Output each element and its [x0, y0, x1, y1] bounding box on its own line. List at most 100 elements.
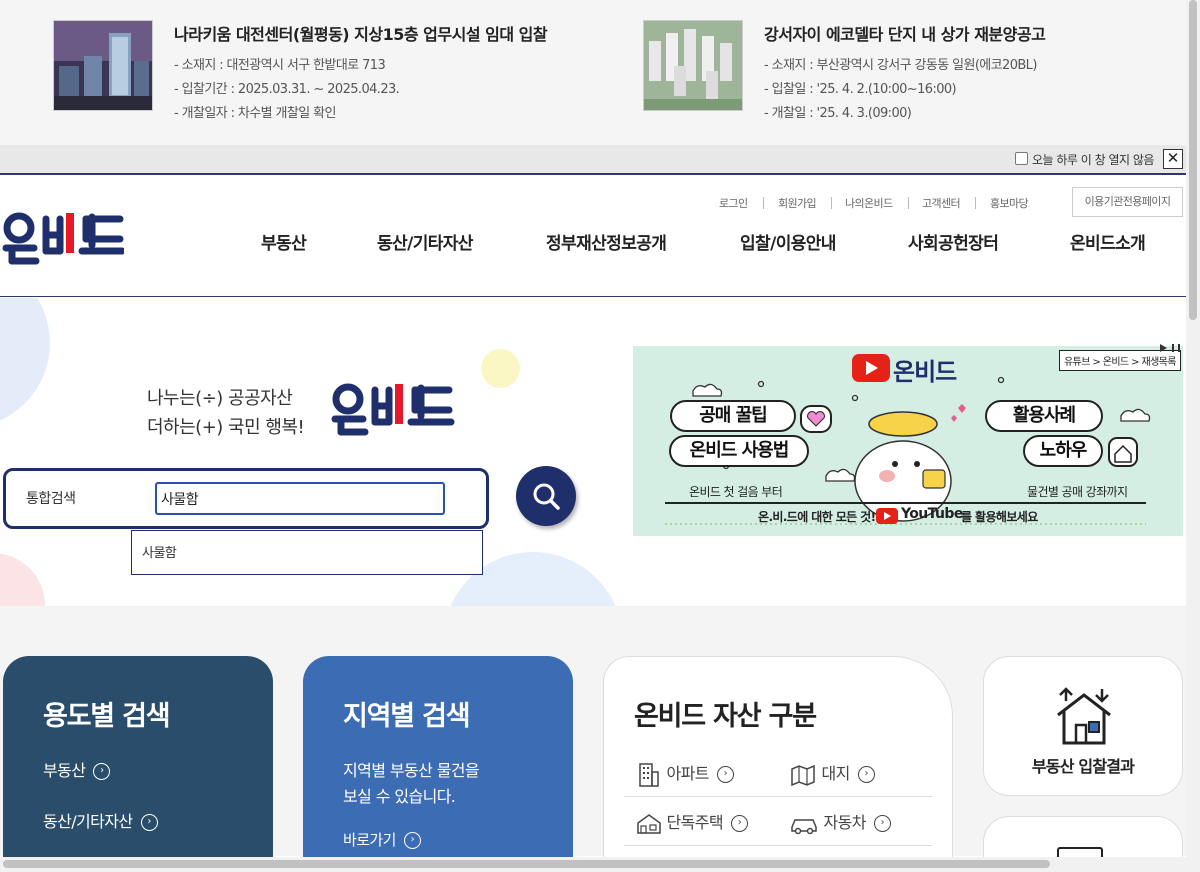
- banner-brand: 온비드: [893, 358, 957, 386]
- slogan-line-2: 더하는(+) 국민 행복!: [147, 417, 305, 438]
- notice-location-1: - 소재지 : 대전광역시 서구 한밭대로 713: [174, 58, 386, 73]
- notice-bid-date-2: - 입찰일 : '25. 4. 2.(10:00~16:00): [764, 82, 957, 97]
- banner-footer-suffix: 를 활용해보세요: [961, 510, 1038, 524]
- util-my-onbid[interactable]: 나의온비드: [845, 195, 893, 211]
- institution-portal-button[interactable]: 이용기관전용페이지: [1072, 187, 1183, 217]
- dismiss-today-label[interactable]: 오늘 하루 이 창 열지 않음: [1032, 151, 1154, 168]
- popup-close-bar: 오늘 하루 이 창 열지 않음: [0, 145, 1186, 175]
- notice-popup: 나라키움 대전센터(월평동) 지상15층 업무시설 임대 입찰 - 소재지 : …: [0, 0, 1186, 145]
- decor-circle: [481, 349, 520, 388]
- region-title: 지역별 검색: [343, 701, 471, 732]
- pill-cases: 활용사례: [985, 400, 1103, 432]
- banner-left-caption: 온비드 첫 걸음 부터: [689, 485, 783, 499]
- notice-period-1: - 입찰기간 : 2025.03.31. ~ 2025.04.23.: [174, 82, 400, 97]
- asset-apartment[interactable]: 아파트 ›: [636, 760, 734, 788]
- hero-logo: [327, 382, 457, 440]
- asset-house[interactable]: 단독주택 ›: [636, 809, 748, 836]
- asset-divider: [624, 845, 932, 846]
- asset-divider: [624, 796, 932, 797]
- notice-title-1[interactable]: 나라키움 대전센터(월평동) 지상15층 업무시설 임대 입찰: [174, 21, 548, 45]
- house-icon: [637, 813, 661, 834]
- usage-link-label: 동산/기타자산: [43, 812, 133, 831]
- util-signup[interactable]: 회원가입: [778, 195, 817, 211]
- notice-location-2: - 소재지 : 부산광역시 강서구 강동동 일원(에코20BL): [764, 58, 1037, 73]
- quick-menu-icon: [1057, 847, 1103, 857]
- pill-howto: 온비드 사용법: [669, 435, 809, 467]
- notice-image-1[interactable]: [53, 20, 153, 111]
- card-asset-types: 온비드 자산 구분 아파트 › 대지 › 단독주택 › 자동차 ›: [603, 656, 953, 857]
- arrow-right-icon: ›: [716, 766, 734, 783]
- pill-knowhow: 노하우: [1023, 435, 1103, 467]
- asset-label: 자동차: [823, 813, 867, 832]
- nav-movables[interactable]: 동산/기타자산: [377, 229, 473, 254]
- notice-title-2[interactable]: 강서자이 에코델타 단지 내 상가 재분양공고: [764, 21, 1046, 45]
- nav-gov-property[interactable]: 정부재산정보공개: [546, 229, 667, 254]
- arrow-right-icon: ›: [857, 766, 875, 783]
- asset-label: 아파트: [666, 764, 710, 783]
- asset-land[interactable]: 대지 ›: [789, 760, 875, 788]
- popup-close-button[interactable]: ✕: [1163, 149, 1183, 169]
- search-input[interactable]: [155, 482, 445, 515]
- slogan-line-1: 나누는(÷) 공공자산: [147, 388, 293, 409]
- banner-footer-prefix: 온.비.드에 대한 모든 것!: [758, 510, 876, 524]
- map-icon: [791, 764, 815, 786]
- decor-circle: [0, 298, 50, 428]
- apartment-icon: [639, 762, 659, 787]
- house-exchange-icon: [1057, 687, 1111, 745]
- notice-image-2[interactable]: [643, 20, 743, 111]
- search-button[interactable]: [516, 466, 576, 526]
- nav-bid-guide[interactable]: 입찰/이용안내: [740, 229, 836, 254]
- asset-car[interactable]: 자동차 ›: [789, 809, 891, 835]
- arrow-right-icon: ›: [140, 814, 158, 831]
- asset-label: 대지: [821, 764, 851, 783]
- search-icon: [533, 483, 560, 510]
- arrow-right-icon: ›: [873, 815, 891, 832]
- decor-circle: [0, 553, 45, 606]
- util-divider: [763, 197, 764, 209]
- card-bid-results[interactable]: 부동산 입찰결과: [983, 656, 1183, 796]
- banner-pause-icon[interactable]: [1172, 344, 1180, 352]
- dismiss-today-checkbox[interactable]: [1015, 152, 1028, 165]
- usage-link-label: 부동산: [43, 761, 86, 780]
- usage-link-movables[interactable]: 동산/기타자산 ›: [43, 808, 158, 832]
- search-label: 통합검색: [26, 491, 76, 507]
- nav-about[interactable]: 온비드소개: [1070, 229, 1146, 254]
- region-shortcut-label: 바로가기: [343, 831, 396, 849]
- banner-right-caption: 물건별 공매 강좌까지: [1027, 485, 1128, 499]
- card-next-quick-menu[interactable]: [983, 816, 1183, 857]
- nav-social-market[interactable]: 사회공헌장터: [908, 229, 999, 254]
- nav-real-estate[interactable]: 부동산: [261, 229, 307, 254]
- card-usage-search: 용도별 검색 부동산 › 동산/기타자산 ›: [3, 656, 273, 857]
- util-divider: [831, 197, 832, 209]
- util-customer-center[interactable]: 고객센터: [922, 195, 961, 211]
- util-promotion[interactable]: 홍보마당: [990, 195, 1029, 211]
- autocomplete-item[interactable]: 사물함: [142, 542, 177, 561]
- pill-tips: 공매 꿀팁: [670, 400, 796, 432]
- asset-title: 온비드 자산 구분: [634, 701, 817, 732]
- region-desc-1: 지역별 부동산 물건을: [343, 761, 480, 780]
- banner-play-icon[interactable]: [1160, 344, 1167, 352]
- card-region-search: 지역별 검색 지역별 부동산 물건을 보실 수 있습니다. 바로가기 ›: [303, 656, 573, 857]
- onbid-logo[interactable]: [2, 211, 126, 269]
- region-desc-2: 보실 수 있습니다.: [343, 787, 456, 806]
- banner-path: 유튜브 > 온비드 > 재생목록: [1059, 350, 1181, 371]
- horizontal-scroll-thumb[interactable]: [3, 860, 1050, 868]
- usage-link-real-estate[interactable]: 부동산 ›: [43, 757, 111, 781]
- banner-footer-brand: YouTube: [901, 506, 963, 522]
- autocomplete-dropdown: 사물함: [131, 530, 483, 575]
- region-shortcut-link[interactable]: 바로가기 ›: [343, 829, 421, 850]
- util-divider: [908, 197, 909, 209]
- arrow-right-icon: ›: [403, 832, 421, 849]
- vertical-scroll-thumb[interactable]: [1189, 0, 1197, 320]
- bid-results-label: 부동산 입찰결과: [1031, 757, 1135, 776]
- arrow-right-icon: ›: [730, 815, 748, 832]
- youtube-banner[interactable]: 유튜브 > 온비드 > 재생목록 온비드 공매 꿀팁 온비드 사용법 활용사례 …: [633, 346, 1183, 536]
- car-icon: [791, 818, 817, 834]
- asset-label: 단독주택: [666, 813, 724, 832]
- util-divider: [975, 197, 976, 209]
- usage-title: 용도별 검색: [43, 701, 171, 732]
- util-login[interactable]: 로그인: [719, 195, 748, 211]
- notice-opening-2: - 개찰일 : '25. 4. 3.(09:00): [764, 106, 912, 121]
- arrow-right-icon: ›: [93, 763, 111, 780]
- notice-opening-1: - 개찰일자 : 차수별 개찰일 확인: [174, 106, 336, 121]
